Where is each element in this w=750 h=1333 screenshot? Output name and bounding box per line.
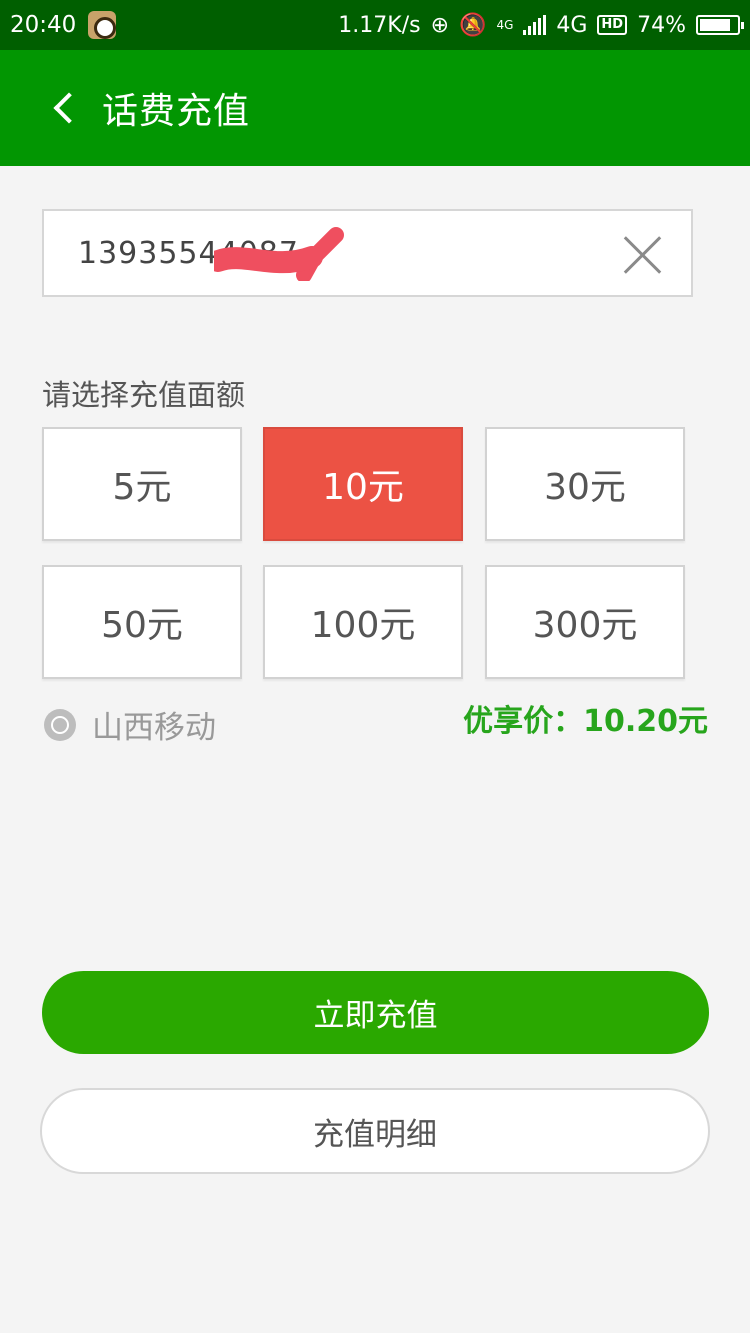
hd-icon: HD bbox=[597, 15, 628, 35]
amount-option[interactable]: 50元 bbox=[42, 565, 242, 679]
amount-section-label: 请选择充值面额 bbox=[42, 378, 246, 412]
clear-icon[interactable] bbox=[623, 234, 663, 274]
amount-option[interactable]: 5元 bbox=[42, 427, 242, 541]
status-time: 20:40 bbox=[10, 12, 77, 38]
amount-option[interactable]: 100元 bbox=[263, 565, 463, 679]
amount-option[interactable]: 10元 bbox=[263, 427, 463, 541]
recharge-details-button[interactable]: 充值明细 bbox=[40, 1088, 710, 1174]
app-header: 话费充值 bbox=[0, 50, 750, 166]
network-label: 4G bbox=[556, 12, 588, 38]
recharge-now-button[interactable]: 立即充值 bbox=[42, 971, 709, 1054]
carrier-info: 山西移动 bbox=[44, 702, 216, 747]
mute-bell-icon: 🔕 bbox=[459, 12, 487, 38]
back-arrow-icon[interactable] bbox=[36, 78, 96, 138]
carrier-name: 山西移动 bbox=[92, 710, 216, 746]
redaction-mark bbox=[214, 227, 344, 281]
battery-percent: 74% bbox=[637, 12, 686, 38]
battery-fill bbox=[700, 19, 730, 31]
amount-option[interactable]: 300元 bbox=[485, 565, 685, 679]
network-small-label: 4G bbox=[496, 18, 514, 32]
phone-number-field[interactable]: 13935544087 bbox=[42, 209, 693, 297]
page-title: 话费充值 bbox=[102, 91, 251, 132]
discount-price: 优享价：10.20元 bbox=[463, 704, 708, 739]
china-mobile-logo-icon bbox=[44, 708, 76, 741]
app-notification-icon bbox=[88, 11, 117, 39]
battery-icon bbox=[696, 15, 744, 35]
status-left: 20:40 bbox=[10, 11, 117, 39]
status-bar: 20:40 1.17K/s ⊕ 🔕 4G 4G HD 74% bbox=[0, 0, 750, 50]
status-right: 1.17K/s ⊕ 🔕 4G 4G HD 74% bbox=[338, 12, 744, 38]
signal-icon bbox=[523, 15, 547, 35]
amount-option[interactable]: 30元 bbox=[485, 427, 685, 541]
data-saver-icon: ⊕ bbox=[430, 12, 450, 38]
network-speed: 1.17K/s bbox=[338, 12, 421, 38]
